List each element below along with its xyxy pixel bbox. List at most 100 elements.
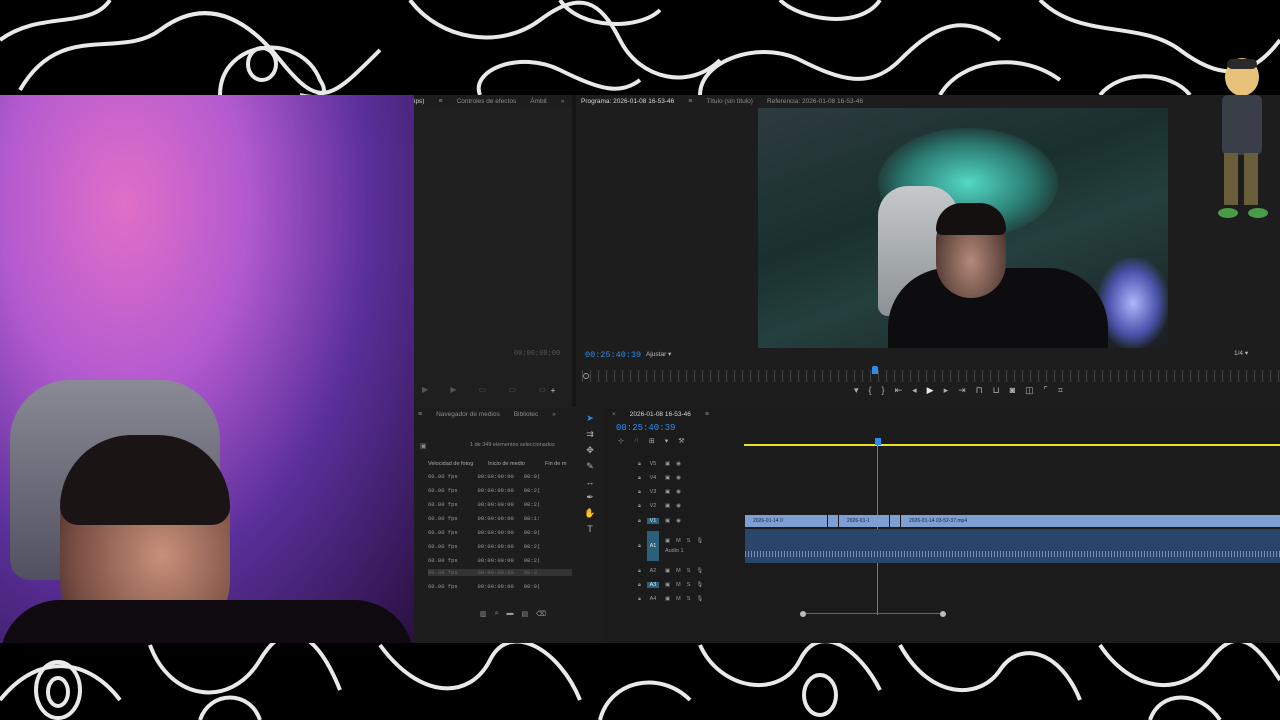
selection-tool-icon[interactable]: ➤: [586, 413, 594, 424]
lock-icon[interactable]: 🔒︎: [638, 568, 641, 575]
play-icon[interactable]: ▶: [927, 385, 934, 396]
step-forward-icon[interactable]: ▸: [944, 385, 949, 396]
wrench-icon[interactable]: ⚒: [678, 437, 684, 445]
solo-button[interactable]: S: [687, 568, 691, 574]
lock-icon[interactable]: 🔒︎: [638, 461, 641, 468]
work-area-bar[interactable]: [744, 444, 1280, 446]
eye-icon[interactable]: ◉: [676, 503, 681, 509]
scrollbar-right-handle[interactable]: [940, 611, 946, 617]
hand-tool-icon[interactable]: ✋: [584, 508, 595, 519]
list-item[interactable]: 60.00 fps 00:00:00:00 00:1:: [428, 515, 540, 522]
expand-panels-icon[interactable]: »: [561, 98, 565, 105]
mark-out-icon[interactable]: }: [882, 385, 885, 396]
pen-tool-icon[interactable]: ✒: [586, 492, 594, 503]
tab-clips[interactable]: ips): [414, 98, 424, 105]
program-menu-icon[interactable]: ≡: [688, 98, 692, 105]
folder-icon[interactable]: ▣: [420, 442, 427, 450]
mic-icon[interactable]: 🎙︎: [696, 568, 703, 574]
track-name[interactable]: A2: [647, 568, 659, 574]
settings-icon[interactable]: ⌗: [1058, 385, 1063, 396]
track-name[interactable]: A3: [646, 582, 659, 588]
solo-button[interactable]: S: [687, 596, 691, 602]
sequence-name[interactable]: 2026-01-08 16-53-46: [630, 411, 691, 418]
linked-selection-icon[interactable]: ⊞: [649, 437, 655, 445]
nest-icon[interactable]: ⊹: [618, 437, 624, 445]
extract-icon[interactable]: ⊔: [993, 385, 1000, 396]
add-marker-icon[interactable]: ▾: [854, 385, 859, 396]
snap-icon[interactable]: ∩: [634, 437, 639, 445]
mute-button[interactable]: M: [676, 596, 681, 602]
mute-button[interactable]: M: [676, 538, 681, 544]
list-item[interactable]: 60.00 fps 00:00:00:00 00:0(: [428, 583, 540, 590]
list-item[interactable]: 60.00 fps 00:00:00:00 00:0(: [428, 473, 540, 480]
video-clip[interactable]: 2026-01-1: [839, 515, 889, 527]
lock-icon[interactable]: 🔒︎: [638, 596, 641, 603]
type-tool-icon[interactable]: T: [587, 524, 593, 534]
add-marker-timeline-icon[interactable]: ▾: [665, 437, 669, 445]
timeline-menu-icon[interactable]: ≡: [705, 411, 709, 418]
add-button-icon[interactable]: +: [546, 385, 560, 397]
find-icon[interactable]: ⌕: [495, 610, 499, 618]
slip-tool-icon[interactable]: ↔: [586, 477, 595, 487]
timeline-playhead-handle[interactable]: [875, 438, 881, 445]
column-media-start[interactable]: Inicio de medio: [488, 461, 540, 467]
fit-dropdown[interactable]: Ajustar ▾: [646, 349, 696, 360]
resolution-dropdown[interactable]: 1/4 ▾: [1234, 349, 1248, 357]
export-frame-icon[interactable]: ◙: [1010, 385, 1015, 396]
mic-icon[interactable]: 🎙︎: [696, 582, 703, 588]
eye-icon[interactable]: ◉: [676, 518, 681, 524]
video-clip[interactable]: 2026-01-14 0: [745, 515, 827, 527]
audio-clip[interactable]: [745, 529, 1280, 563]
lock-icon[interactable]: 🔒︎: [638, 518, 641, 525]
timeline-scrollbar[interactable]: [803, 613, 943, 617]
list-item[interactable]: 60.00 fps 00:00:00:00 00:2(: [428, 487, 540, 494]
solo-button[interactable]: S: [687, 582, 691, 588]
video-clip-small[interactable]: [890, 515, 900, 527]
lock-icon[interactable]: 🔒︎: [638, 582, 641, 589]
tab-title[interactable]: Título (sin título): [706, 98, 753, 105]
column-frame-rate[interactable]: Velocidad de fotog: [428, 461, 483, 467]
list-item[interactable]: 60.00 fps 00:00:00:00 00:2(: [428, 501, 540, 508]
eye-icon[interactable]: ◉: [676, 475, 681, 481]
tab-reference[interactable]: Referencia: 2026-01-08 16-53-46: [767, 98, 863, 105]
mute-button[interactable]: M: [676, 582, 681, 588]
program-timecode[interactable]: 00:25:40:39: [585, 350, 641, 360]
sync-lock-icon[interactable]: ▣: [665, 518, 670, 524]
lift-icon[interactable]: ⊓: [976, 385, 983, 396]
program-playhead[interactable]: [872, 366, 878, 374]
trash-icon[interactable]: ⌫: [536, 610, 546, 618]
track-name[interactable]: V1: [646, 518, 659, 524]
lock-icon[interactable]: 🔒︎: [638, 503, 641, 510]
sync-lock-icon[interactable]: ▣: [665, 503, 670, 509]
track-name[interactable]: A1: [646, 531, 659, 561]
program-video-frame[interactable]: [758, 108, 1168, 348]
track-name[interactable]: A4: [647, 596, 659, 602]
track-select-icon[interactable]: ⇉: [586, 429, 594, 440]
sync-lock-icon[interactable]: ▣: [665, 568, 670, 574]
list-item[interactable]: 60.00 fps 00:00:00:00 00:2(: [428, 557, 540, 564]
video-clip-main[interactable]: 2026-01-14 03-52-37.mp4: [901, 515, 1280, 527]
step-back-icon[interactable]: ◂: [912, 385, 917, 396]
comparison-view-icon[interactable]: ◫: [1025, 385, 1034, 396]
list-item-selected[interactable]: 60.00 fps 00:00:00:00 00:3: [428, 569, 572, 576]
mute-button[interactable]: M: [676, 568, 681, 574]
track-name[interactable]: V4: [647, 475, 659, 481]
tab-ambit[interactable]: Ámbit: [530, 98, 547, 105]
tab-effect-controls[interactable]: Controles de efectos: [457, 98, 517, 105]
track-name[interactable]: V5: [647, 461, 659, 467]
track-name[interactable]: V2: [647, 503, 659, 509]
column-media-end[interactable]: Fin de m: [545, 461, 566, 467]
list-item[interactable]: 60.00 fps 00:00:00:00 00:2(: [428, 543, 540, 550]
automate-icon[interactable]: ▥: [480, 610, 487, 618]
lock-icon[interactable]: 🔒︎: [638, 489, 641, 496]
list-item[interactable]: 60.00 fps 00:00:00:00 00:0(: [428, 529, 540, 536]
sync-lock-icon[interactable]: ▣: [665, 582, 670, 588]
lock-icon[interactable]: 🔒︎: [638, 543, 641, 550]
expand-project-icon[interactable]: »: [552, 411, 556, 418]
sync-lock-icon[interactable]: ▣: [665, 596, 670, 602]
eye-icon[interactable]: ◉: [676, 461, 681, 467]
sync-lock-icon[interactable]: ▣: [665, 489, 670, 495]
mark-in-icon[interactable]: {: [869, 385, 872, 396]
timeline-timecode[interactable]: 00:25:40:39: [616, 423, 675, 433]
mic-icon[interactable]: 🎙︎: [696, 538, 703, 544]
